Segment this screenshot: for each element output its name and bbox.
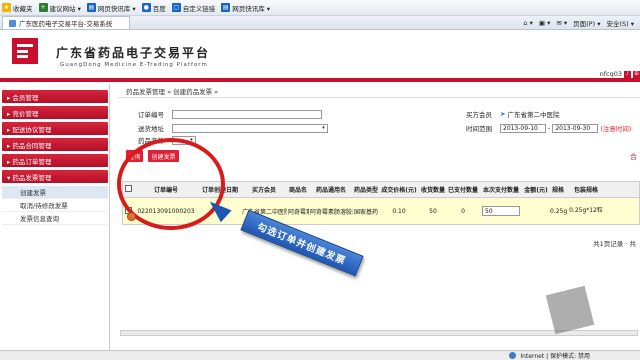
header-divider (0, 78, 640, 82)
site-header: 广东省药品电子交易平台 GuangDong Medicine E-Trading… (0, 30, 640, 80)
column-header: 商品名 (288, 187, 307, 194)
baidu-icon: ● (141, 3, 151, 12)
cell-product-name: 阿奇霉素 (288, 208, 309, 216)
page-menu[interactable]: 页面(P) ▾ (573, 18, 600, 28)
feed-icon: ▤ (86, 3, 96, 12)
order-no-label: 订单编号 (138, 111, 164, 119)
pager-info: 共1页记录 · 共 (593, 240, 636, 248)
tab-favicon-icon (9, 19, 16, 27)
grid-icon[interactable]: ⊞ (633, 70, 640, 78)
column-header: 收货数量 (420, 187, 445, 194)
page-icon: ▢ (171, 3, 181, 12)
sidebar-subitem-create-invoice[interactable]: 创建发票 (2, 186, 108, 199)
favorites-bar: ★ 收藏夹 + 建议网站 ▾ ▤ 网页快讯库 ▾ ● 百度 ▢ 自定义链接 ▤ 网页快讯库 … (0, 0, 640, 16)
favorite-item[interactable]: ● 百度 (141, 3, 166, 13)
sidebar-item-order[interactable]: ▸ 药品订单管理 (2, 154, 108, 167)
favorite-item[interactable]: ▢ 自定义链接 (171, 3, 215, 13)
buyer-icon: ➤ (500, 110, 506, 118)
cell-paid-qty: 0 (461, 207, 465, 215)
mouse-cursor-icon (127, 212, 136, 221)
site-subtitle: GuangDong Medicine E-Trading Platform (60, 62, 208, 68)
date-to-input[interactable]: 2013-09-30 (552, 123, 599, 133)
suggest-icon: + (38, 3, 48, 12)
mail-button[interactable]: ✉ ▾ (556, 19, 567, 27)
buyer-row: 买方会员 ➤ 广东省第二中医院 (466, 109, 559, 119)
delivery-addr-select[interactable]: ▾ (172, 123, 328, 133)
cell-received-qty: 50 (429, 207, 437, 215)
sidebar-item-bidding[interactable]: ▸ 竞价管理 (2, 106, 108, 119)
safety-menu[interactable]: 安全(S) ▾ (606, 18, 634, 28)
sidebar-item-delivery[interactable]: ▸ 配送协议管理 (2, 122, 108, 135)
chevron-down-icon: ▾ (322, 125, 325, 131)
sidebar-item-contract[interactable]: ▸ 药品合同管理 (2, 138, 108, 151)
sidebar-item-invoice[interactable]: ▾ 药品发票管理 (2, 170, 108, 183)
column-header: 包装规格 (573, 187, 598, 194)
date-note: (注意时间) (600, 125, 632, 133)
status-bar: Internet | 保护模式: 禁用 (0, 350, 640, 360)
home-button[interactable]: ⌂ ▾ (523, 19, 532, 27)
site-title: 广东省药品电子交易平台 (56, 46, 211, 60)
time-range-row: 时间范围 2013-09-10 - 2013-09-30 (注意时间) (466, 123, 632, 133)
security-zone: Internet | 保护模式: 禁用 (520, 353, 590, 360)
order-no-row: 订单编号 (138, 109, 322, 119)
music-icon[interactable]: ♪ (624, 70, 631, 78)
cell-generic-name: 阿奇霉素肠溶胶囊 (310, 208, 353, 216)
favorite-item[interactable]: ▤ 网页快讯库 ▾ (221, 3, 270, 13)
favorite-item[interactable]: ▤ 网页快讯库 ▾ (86, 3, 136, 13)
cell-drug-type: 国家基药 (354, 208, 379, 216)
username: nfcq03 (599, 70, 622, 78)
cell-price: 0.10 (392, 207, 406, 215)
column-header: 成交价格(元) (381, 187, 417, 194)
tab-bar: 广东医药电子交易平台-交易系统 ⌂ ▾ ▣ ▾ ✉ ▾ 页面(P) ▾ 安全(S… (0, 16, 640, 30)
sidebar-item-member[interactable]: ▸ 会员管理 (2, 90, 108, 103)
delivery-addr-row: 送货地址 ▾ (138, 123, 328, 133)
order-no-input[interactable] (172, 109, 322, 119)
cell-spec: 0.25g (550, 207, 567, 215)
column-header: 买方会员 (251, 187, 276, 194)
cell-package-spec: 0.25g*12粒 (569, 207, 603, 214)
browser-tools: ⌂ ▾ ▣ ▾ ✉ ▾ 页面(P) ▾ 安全(S) ▾ (517, 18, 640, 28)
user-bar: nfcq03 ♪ ⊞ (600, 70, 640, 78)
buyer-label: 买方会员 (466, 111, 492, 119)
column-header: 本次支付数量 (482, 187, 519, 194)
breadcrumb: 药品发票管理 » 创建药品发票 » (118, 84, 640, 98)
star-icon: ★ (2, 3, 11, 12)
right-edge-label: 合 (630, 153, 637, 161)
feed-icon: ▤ (221, 3, 231, 12)
time-range-label: 时间范围 (466, 125, 492, 133)
delivery-addr-label: 送货地址 (138, 125, 164, 133)
column-header: 已支付数量 (448, 187, 479, 194)
browser-tab[interactable]: 广东医药电子交易平台-交易系统 (2, 16, 130, 29)
column-header: 药品通用名 (315, 187, 346, 194)
pay-qty-input[interactable]: 50 (482, 206, 520, 216)
buyer-value: 广东省第二中医院 (507, 111, 560, 119)
favorite-item[interactable]: ★ 收藏夹 (2, 3, 33, 13)
column-header: 药品类型 (354, 187, 379, 194)
column-header: 金额(元) (524, 187, 548, 194)
column-header: 规格 (551, 187, 564, 194)
platform-logo (12, 38, 38, 64)
feeds-button[interactable]: ▣ ▾ (539, 19, 550, 27)
globe-icon (509, 352, 517, 359)
date-from-input[interactable]: 2013-09-10 (500, 123, 546, 133)
sidebar: ▸ 会员管理 ▸ 竞价管理 ▸ 配送协议管理 ▸ 药品合同管理 ▸ 药品订单管理… (0, 84, 110, 350)
sidebar-subitem-cancel-invoice[interactable]: 取消/待修改发票 (2, 199, 108, 212)
favorite-item[interactable]: + 建议网站 ▾ (38, 3, 81, 13)
sidebar-subitem-query-invoice[interactable]: 发票信息查询 (2, 212, 108, 225)
